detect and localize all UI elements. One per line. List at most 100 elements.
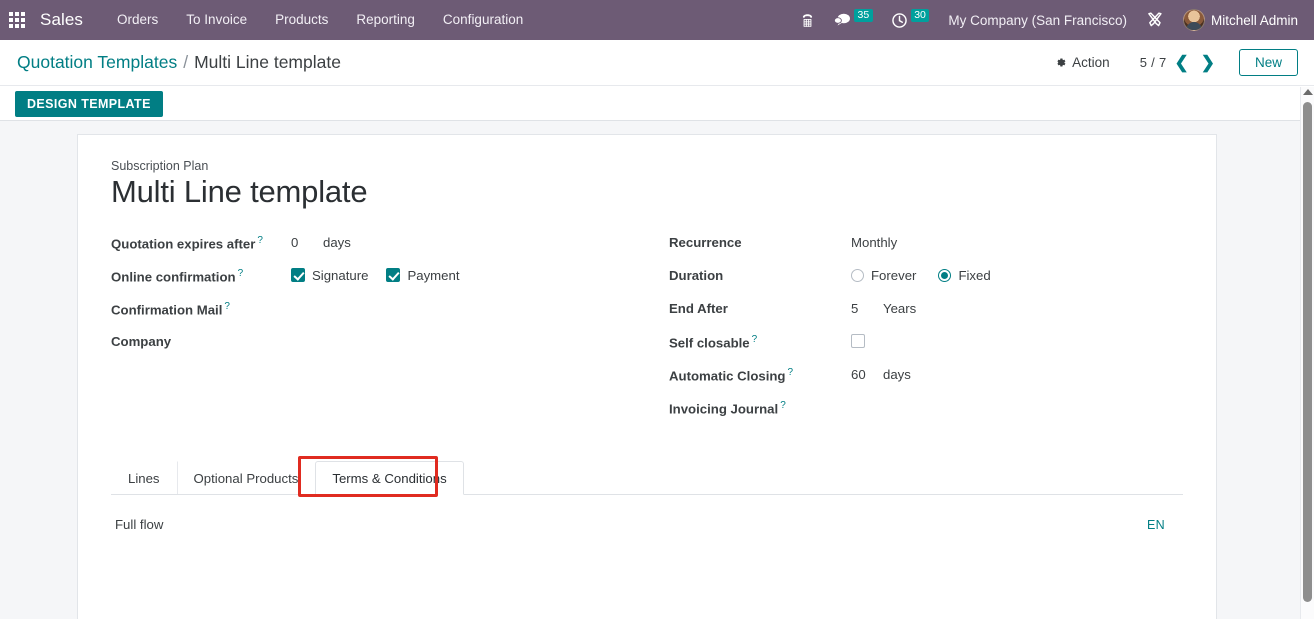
- field-label: Online confirmation?: [111, 266, 291, 284]
- language-selector[interactable]: EN: [1147, 518, 1165, 532]
- radio-label: Fixed: [958, 267, 991, 283]
- tab-pane-terms-and-conditions: Full flow EN: [111, 495, 1183, 605]
- field-company: Company: [111, 332, 647, 365]
- help-icon[interactable]: ?: [238, 268, 244, 279]
- vertical-scrollbar[interactable]: [1300, 87, 1314, 619]
- quotation-expires-input[interactable]: 0: [291, 235, 317, 250]
- menu-item-to-invoice[interactable]: To Invoice: [172, 0, 261, 40]
- debug-tools-button[interactable]: [1137, 0, 1173, 40]
- field-online-confirmation: Online confirmation? Signature Payment: [111, 266, 647, 299]
- terms-text[interactable]: Full flow: [115, 517, 1183, 532]
- new-button[interactable]: New: [1238, 49, 1298, 76]
- grid-apps-icon: [9, 12, 25, 28]
- scroll-thumb[interactable]: [1303, 102, 1312, 602]
- field-value: Forever Fixed: [851, 266, 1013, 283]
- activities-count-badge: 30: [910, 8, 930, 22]
- avatar: [1182, 9, 1205, 31]
- chat-bubble-icon: [834, 13, 850, 26]
- statusbar-buttons: DESIGN TEMPLATE: [0, 87, 1300, 121]
- field-value: 0 days: [291, 233, 351, 250]
- field-label: Company: [111, 332, 291, 349]
- label-text: Company: [111, 333, 172, 349]
- control-panel-actions: Action 5 / 7 ❮ ❯ New: [1046, 49, 1314, 76]
- menu-item-products[interactable]: Products: [261, 0, 342, 40]
- field-label: Quotation expires after?: [111, 233, 291, 251]
- label-text: Online confirmation: [111, 268, 236, 284]
- user-menu-button[interactable]: Mitchell Admin: [1173, 0, 1304, 40]
- field-label: Recurrence: [669, 233, 851, 250]
- automatic-closing-input[interactable]: 60: [851, 367, 877, 382]
- help-icon[interactable]: ?: [780, 400, 786, 411]
- field-recurrence: Recurrence Monthly: [669, 233, 1183, 266]
- label-text: Duration: [669, 267, 724, 283]
- form-subtitle: Subscription Plan: [111, 159, 209, 173]
- breadcrumb-parent-link[interactable]: Quotation Templates: [17, 52, 177, 73]
- menu-item-configuration[interactable]: Configuration: [429, 0, 537, 40]
- tab-terms-and-conditions[interactable]: Terms & Conditions: [315, 460, 464, 495]
- field-value: 60 days: [851, 365, 911, 382]
- record-pager: 5 / 7 ❮ ❯: [1140, 54, 1219, 71]
- field-end-after: End After 5 Years: [669, 299, 1183, 332]
- field-label: End After: [669, 299, 851, 316]
- label-text: Recurrence: [669, 234, 742, 250]
- tab-lines[interactable]: Lines: [111, 461, 177, 494]
- self-closable-checkbox[interactable]: [851, 333, 865, 348]
- label-text: Confirmation Mail: [111, 301, 223, 317]
- checkbox-label: Payment: [407, 267, 460, 283]
- design-template-button[interactable]: DESIGN TEMPLATE: [15, 90, 163, 117]
- radio-circle[interactable]: [851, 268, 864, 282]
- label-text: Automatic Closing: [669, 367, 786, 383]
- navbar-systray: 35 30 My Company (San Francisco) Mitchel…: [790, 0, 1314, 40]
- form-column-left: Quotation expires after? 0 days Online c…: [111, 233, 647, 431]
- menu-item-reporting[interactable]: Reporting: [342, 0, 429, 40]
- main-menu: Orders To Invoice Products Reporting Con…: [103, 0, 537, 40]
- messages-count-badge: 35: [854, 8, 873, 22]
- menu-item-orders[interactable]: Orders: [103, 0, 172, 40]
- action-label: Action: [1072, 55, 1110, 70]
- field-self-closable: Self closable?: [669, 332, 1183, 365]
- notebook-tabs: Lines Optional Products Terms & Conditio…: [111, 455, 1183, 497]
- form-sheet: Subscription Plan Multi Line template Qu…: [77, 134, 1217, 619]
- page-title: Multi Line template: [111, 174, 368, 209]
- help-icon[interactable]: ?: [257, 235, 263, 246]
- recurrence-value[interactable]: Monthly: [851, 233, 897, 250]
- telephone-icon: [802, 13, 813, 27]
- action-menu-button[interactable]: Action: [1046, 51, 1118, 74]
- help-icon[interactable]: ?: [224, 301, 230, 312]
- field-automatic-closing: Automatic Closing? 60 days: [669, 365, 1183, 398]
- voip-phone-button[interactable]: [790, 0, 825, 40]
- activities-button[interactable]: 30: [882, 0, 939, 40]
- end-after-input[interactable]: 5: [851, 301, 877, 316]
- checkbox-label: Signature: [312, 267, 369, 283]
- checkbox-box[interactable]: [291, 268, 305, 283]
- scroll-up-arrow-icon[interactable]: [1302, 89, 1313, 95]
- unit-label: days: [323, 234, 351, 250]
- label-text: End After: [669, 300, 728, 316]
- checkbox-payment[interactable]: Payment: [386, 267, 460, 283]
- breadcrumb: Quotation Templates / Multi Line templat…: [0, 52, 341, 73]
- chevron-left-icon[interactable]: ❮: [1170, 54, 1192, 71]
- field-label: Confirmation Mail?: [111, 299, 291, 317]
- app-brand-name[interactable]: Sales: [32, 10, 89, 30]
- unit-label: days: [883, 366, 911, 382]
- tab-optional-products[interactable]: Optional Products: [176, 460, 316, 494]
- radio-forever[interactable]: Forever: [851, 268, 916, 283]
- unit-label: Years: [883, 300, 917, 316]
- help-icon[interactable]: ?: [752, 334, 758, 345]
- control-panel: Quotation Templates / Multi Line templat…: [0, 40, 1314, 86]
- form-view-background: Subscription Plan Multi Line template Qu…: [0, 121, 1300, 619]
- pager-value: 5 / 7: [1139, 55, 1167, 70]
- company-switcher[interactable]: My Company (San Francisco): [938, 13, 1137, 28]
- field-value: Signature Payment: [291, 266, 478, 283]
- apps-launcher-button[interactable]: [0, 0, 32, 40]
- chevron-right-icon[interactable]: ❯: [1197, 54, 1219, 71]
- radio-fixed[interactable]: Fixed: [938, 267, 991, 283]
- checkbox-box[interactable]: [386, 268, 401, 283]
- radio-circle[interactable]: [938, 268, 952, 282]
- top-navbar: Sales Orders To Invoice Products Reporti…: [0, 0, 1314, 40]
- help-icon[interactable]: ?: [788, 367, 794, 378]
- messages-button[interactable]: 35: [825, 0, 882, 40]
- gear-icon: [1057, 58, 1066, 67]
- checkbox-signature[interactable]: Signature: [291, 268, 368, 283]
- field-label: Self closable?: [669, 332, 851, 350]
